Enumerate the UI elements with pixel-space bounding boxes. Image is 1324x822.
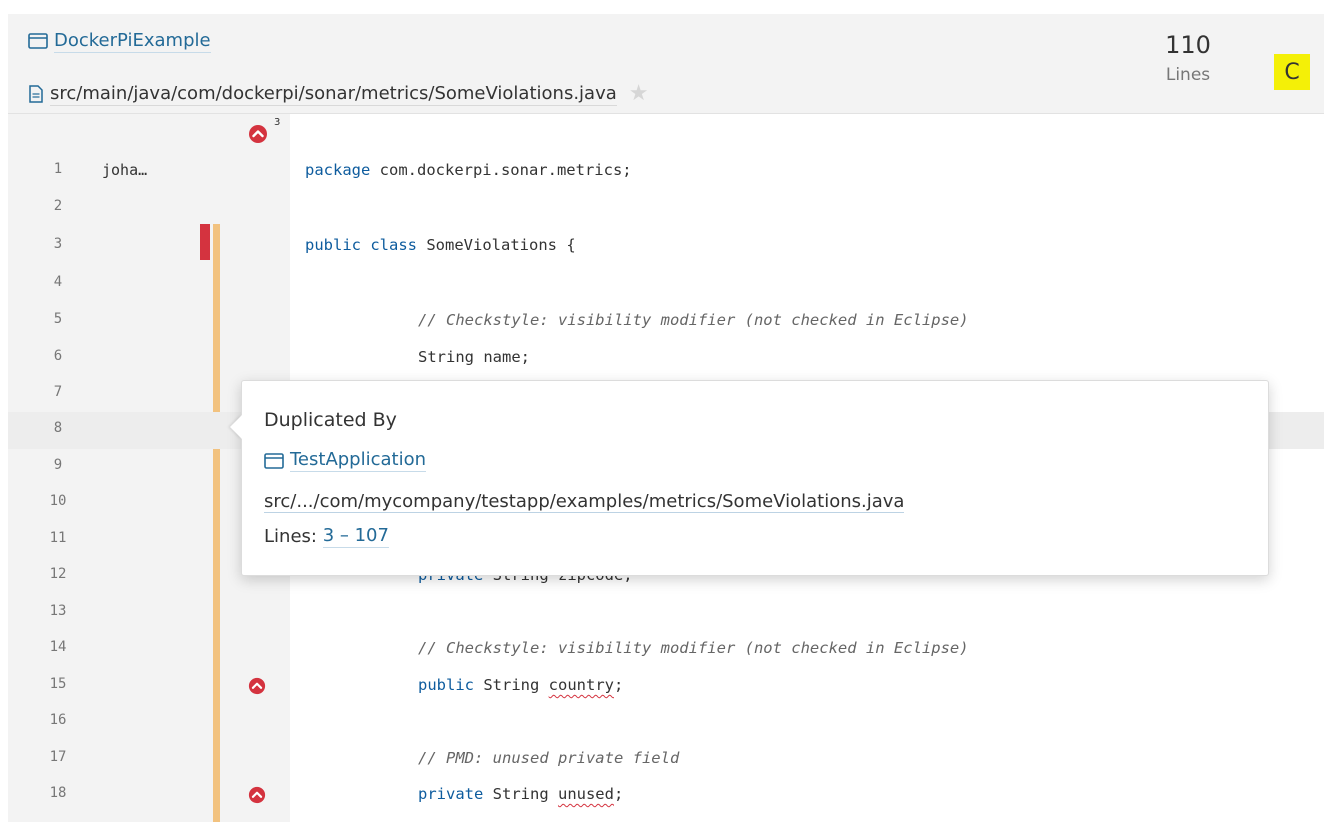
line-number[interactable]: 17 bbox=[38, 749, 78, 765]
code-comment: // PMD: unused private field bbox=[418, 749, 680, 767]
popup-project: TestApplication bbox=[264, 449, 427, 472]
file-breadcrumb: src/main/java/com/dockerpi/sonar/metrics… bbox=[28, 81, 649, 107]
lines-label: Lines bbox=[1165, 65, 1211, 85]
code-token: String bbox=[474, 676, 549, 694]
line-number[interactable]: 1 bbox=[38, 161, 78, 177]
project-link[interactable]: DockerPiExample bbox=[54, 30, 211, 53]
popup-lines: Lines: 3 – 107 bbox=[264, 525, 389, 548]
line-number[interactable]: 15 bbox=[38, 676, 78, 692]
lines-range-link[interactable]: 3 – 107 bbox=[322, 525, 389, 548]
source-line: 18 private String unused; bbox=[8, 777, 1324, 814]
issue-marker-icon[interactable] bbox=[248, 677, 266, 695]
code-token: String bbox=[483, 785, 558, 803]
lines-count: 110 bbox=[1165, 31, 1211, 59]
keyword: private bbox=[418, 785, 484, 803]
lines-measure[interactable]: 110 Lines bbox=[1148, 30, 1228, 86]
code-comment: // Checkstyle: visibility modifier (not … bbox=[418, 311, 969, 329]
code-token: ; bbox=[613, 676, 624, 694]
line-number[interactable]: 11 bbox=[38, 530, 78, 546]
source-line: 6 String name; bbox=[8, 340, 1324, 377]
source-line: 2 bbox=[8, 190, 1324, 227]
issue-location[interactable]: unused bbox=[558, 785, 614, 803]
file-path-link[interactable]: src/main/java/com/dockerpi/sonar/metrics… bbox=[50, 83, 617, 106]
line-number[interactable]: 9 bbox=[38, 457, 78, 473]
issues-summary-icon[interactable] bbox=[248, 124, 268, 144]
code-token: SomeViolations { bbox=[417, 236, 576, 254]
file-icon bbox=[29, 85, 43, 103]
keyword: package bbox=[305, 161, 371, 179]
source-line: 15 public String country; bbox=[8, 668, 1324, 705]
code-comment: // Checkstyle: visibility modifier (not … bbox=[418, 639, 969, 657]
keyword: public bbox=[305, 236, 361, 254]
rating-badge[interactable]: C bbox=[1274, 54, 1310, 90]
favorite-star-icon[interactable]: ★ bbox=[629, 83, 649, 105]
popup-file-path: src/.../com/mycompany/testapp/examples/m… bbox=[264, 491, 905, 513]
code-token: ; bbox=[613, 785, 624, 803]
issue-marker-icon[interactable] bbox=[248, 786, 266, 804]
source-line: 4 bbox=[8, 266, 1324, 303]
code-token: com.dockerpi.sonar.metrics; bbox=[370, 161, 632, 179]
duplication-popup: Duplicated By TestApplication src/.../co… bbox=[230, 380, 1269, 576]
line-number[interactable]: 14 bbox=[38, 639, 78, 655]
source-line: 1 joha… package com.dockerpi.sonar.metri… bbox=[8, 153, 1324, 190]
line-number[interactable]: 10 bbox=[38, 493, 78, 509]
issues-count: 3 bbox=[274, 117, 281, 128]
code-text: String name; bbox=[418, 348, 530, 366]
source-line: 3 public class SomeViolations { bbox=[8, 228, 1324, 265]
line-number[interactable]: 4 bbox=[38, 274, 78, 290]
lines-range-label: Lines: bbox=[264, 526, 323, 547]
project-icon bbox=[28, 33, 48, 49]
project-icon bbox=[264, 452, 284, 469]
line-number[interactable]: 16 bbox=[38, 712, 78, 728]
file-header: DockerPiExample src/main/java/com/docker… bbox=[8, 14, 1324, 114]
keyword: class bbox=[370, 236, 418, 254]
line-number[interactable]: 18 bbox=[38, 785, 78, 801]
popup-arrow bbox=[230, 415, 242, 439]
source-line: 14 // Checkstyle: visibility modifier (n… bbox=[8, 631, 1324, 668]
line-number[interactable]: 13 bbox=[38, 603, 78, 619]
source-line: 5 // Checkstyle: visibility modifier (no… bbox=[8, 303, 1324, 340]
line-number[interactable]: 2 bbox=[38, 198, 78, 214]
issue-location[interactable]: country bbox=[549, 676, 614, 694]
line-number[interactable]: 8 bbox=[38, 420, 78, 436]
code-text: private String unused; bbox=[418, 785, 623, 803]
duplicate-file-link[interactable]: src/.../com/mycompany/testapp/examples/m… bbox=[264, 491, 905, 513]
line-number[interactable]: 12 bbox=[38, 566, 78, 582]
project-breadcrumb: DockerPiExample bbox=[28, 28, 211, 54]
popup-title: Duplicated By bbox=[264, 409, 397, 431]
source-line: 13 bbox=[8, 595, 1324, 632]
line-number[interactable]: 5 bbox=[38, 311, 78, 327]
source-line: 16 bbox=[8, 704, 1324, 741]
code-text: public class SomeViolations { bbox=[305, 236, 576, 254]
scm-author[interactable]: joha… bbox=[102, 161, 147, 179]
line-number[interactable]: 7 bbox=[38, 384, 78, 400]
code-text: public String country; bbox=[418, 676, 623, 694]
source-line: 17 // PMD: unused private field bbox=[8, 741, 1324, 778]
line-number[interactable]: 6 bbox=[38, 348, 78, 364]
duplicate-project-link[interactable]: TestApplication bbox=[290, 449, 427, 472]
keyword: public bbox=[418, 676, 474, 694]
line-number[interactable]: 3 bbox=[38, 236, 78, 252]
code-text: package com.dockerpi.sonar.metrics; bbox=[305, 161, 632, 179]
